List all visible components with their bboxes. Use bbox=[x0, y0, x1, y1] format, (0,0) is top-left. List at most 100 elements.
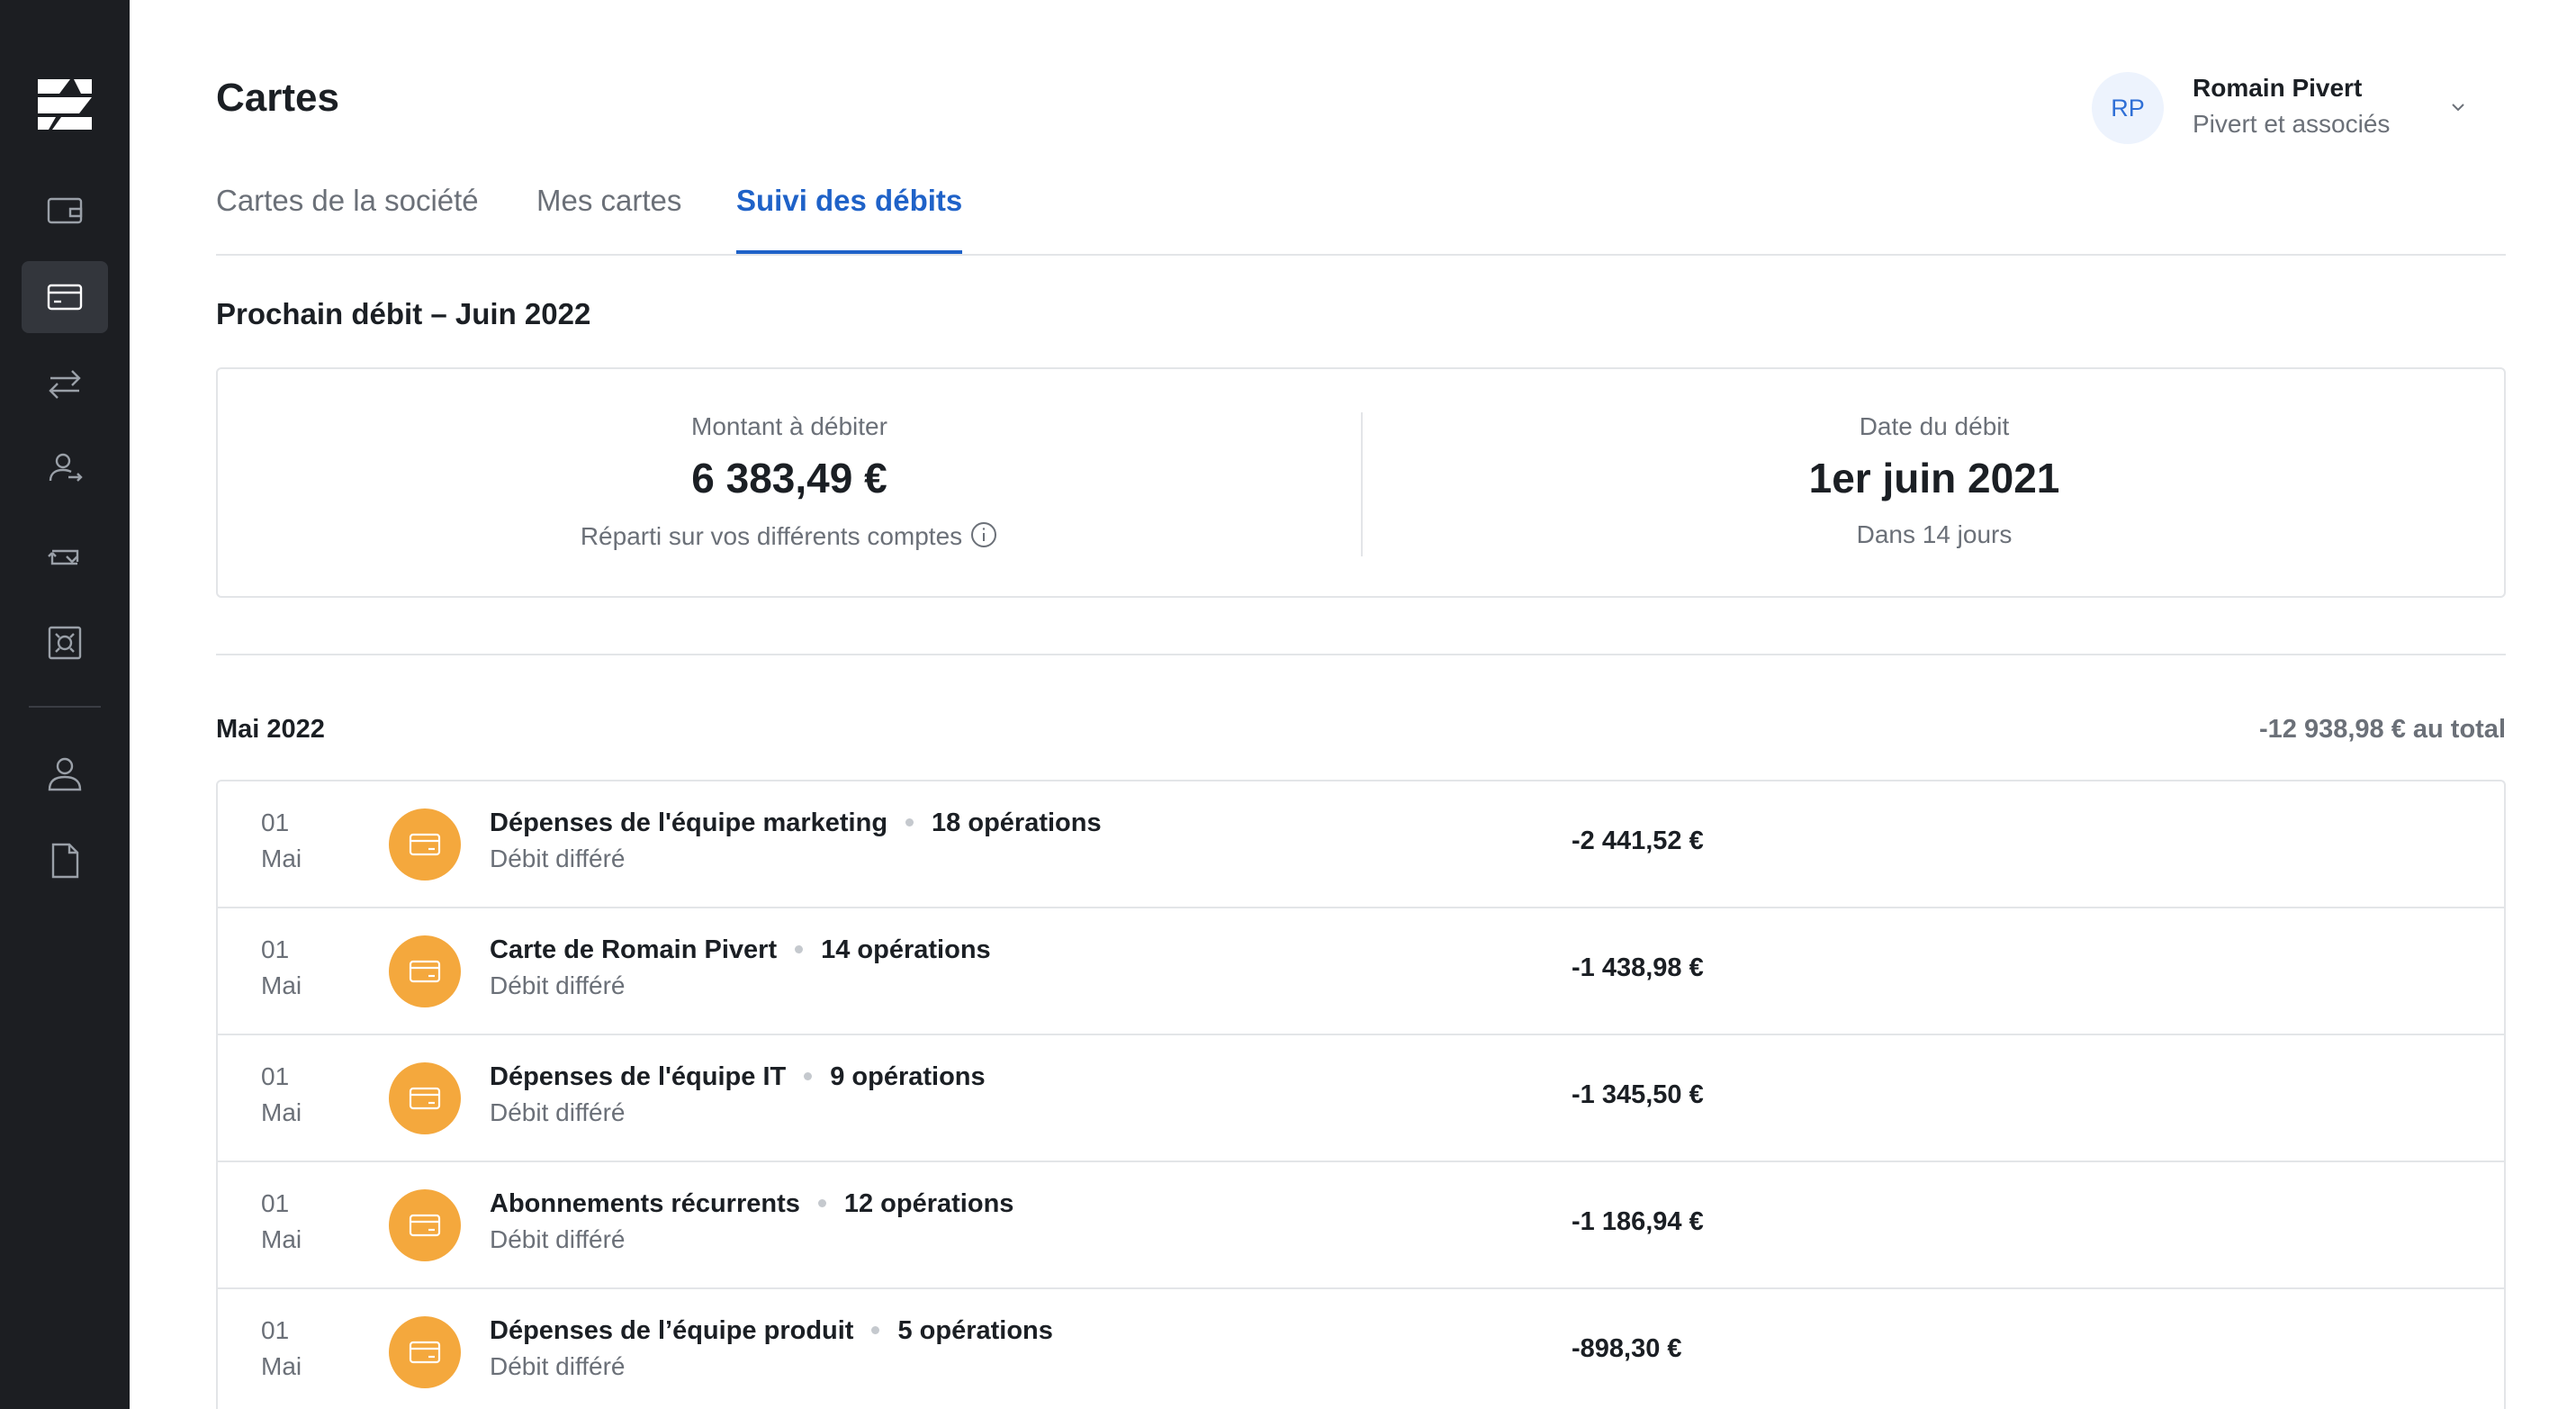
table-row[interactable]: 01 Mai Dépenses de l'équipe IT 9 opératio… bbox=[218, 1035, 2504, 1162]
separator-dot bbox=[817, 1199, 826, 1207]
info-icon[interactable] bbox=[969, 520, 998, 549]
row-type: Débit différé bbox=[490, 1352, 626, 1380]
month-title: Mai 2022 bbox=[216, 715, 325, 744]
row-amount: -1 345,50 € bbox=[1572, 1080, 1704, 1109]
row-count: 9 opérations bbox=[830, 1062, 986, 1091]
avatar[interactable]: RP bbox=[2092, 72, 2164, 144]
user-name: Romain Pivert bbox=[2193, 74, 2363, 102]
card-icon bbox=[47, 284, 83, 311]
debit-list: 01 Mai Dépenses de l'équipe marketing 18 … bbox=[216, 780, 2506, 1409]
row-count: 14 opérations bbox=[821, 935, 991, 964]
sidebar bbox=[0, 0, 130, 1409]
row-type: Débit différé bbox=[490, 844, 626, 872]
row-count: 12 opérations bbox=[843, 1189, 1014, 1218]
nav-cards[interactable] bbox=[22, 261, 108, 333]
table-row[interactable]: 01 Mai Dépenses de l’équipe produit 5 opé… bbox=[218, 1289, 2504, 1409]
card-badge bbox=[389, 1189, 461, 1261]
sidebar-divider bbox=[29, 706, 101, 708]
row-title-line: Carte de Romain Pivert 14 opérations bbox=[490, 935, 991, 965]
card-badge bbox=[389, 808, 461, 881]
date-value: 1er juin 2021 bbox=[1808, 455, 2060, 501]
row-title-line: Dépenses de l'équipe IT 9 opérations bbox=[490, 1062, 986, 1092]
section-divider bbox=[216, 654, 2506, 655]
row-title-line: Dépenses de l'équipe marketing 18 opérati… bbox=[490, 808, 1102, 838]
safe-icon bbox=[48, 626, 82, 660]
separator-dot bbox=[804, 1072, 813, 1080]
card-icon bbox=[409, 960, 441, 983]
row-title: Carte de Romain Pivert bbox=[490, 935, 778, 964]
nav-exchange[interactable] bbox=[22, 520, 108, 592]
tab-company-cards[interactable]: Cartes de la société bbox=[216, 184, 479, 254]
logo-icon[interactable] bbox=[34, 74, 95, 135]
row-title: Dépenses de l'équipe marketing bbox=[490, 808, 888, 837]
date-note: Dans 14 jours bbox=[1856, 520, 2013, 548]
card-badge bbox=[389, 1062, 461, 1134]
row-title: Dépenses de l’équipe produit bbox=[490, 1316, 854, 1345]
row-type: Débit différé bbox=[490, 971, 626, 999]
card-icon bbox=[409, 1214, 441, 1237]
amount-summary: Montant à débiter 6 383,49 € Réparti sur… bbox=[218, 369, 1361, 596]
row-day: 01 bbox=[261, 808, 290, 836]
nav-profile[interactable] bbox=[22, 738, 108, 810]
amount-value: 6 383,49 € bbox=[691, 455, 887, 501]
row-amount: -1 438,98 € bbox=[1572, 953, 1704, 982]
card-badge bbox=[389, 1316, 461, 1388]
user-company: Pivert et associés bbox=[2193, 110, 2391, 138]
row-month: Mai bbox=[261, 1225, 302, 1253]
separator-dot bbox=[871, 1326, 880, 1334]
row-amount: -898,30 € bbox=[1572, 1334, 1682, 1363]
card-icon bbox=[409, 833, 441, 856]
exchange-icon bbox=[48, 549, 79, 565]
row-month: Mai bbox=[261, 844, 302, 872]
row-month: Mai bbox=[261, 971, 302, 999]
table-row[interactable]: 01 Mai Abonnements récurrents 12 opératio… bbox=[218, 1162, 2504, 1289]
next-debit-title: Prochain débit – Juin 2022 bbox=[216, 297, 591, 330]
separator-dot bbox=[795, 945, 804, 953]
card-badge bbox=[389, 935, 461, 1007]
row-day: 01 bbox=[261, 935, 290, 963]
row-amount: -1 186,94 € bbox=[1572, 1207, 1704, 1236]
tab-debit-tracking[interactable]: Suivi des débits bbox=[736, 184, 963, 254]
user-menu[interactable]: RP Romain Pivert Pivert et associés bbox=[2092, 70, 2506, 148]
beneficiaries-icon bbox=[49, 453, 83, 482]
table-row[interactable]: 01 Mai Dépenses de l'équipe marketing 18 … bbox=[218, 781, 2504, 908]
row-count: 18 opérations bbox=[932, 808, 1102, 837]
row-amount: -2 441,52 € bbox=[1572, 826, 1704, 855]
nav-accounts[interactable] bbox=[22, 175, 108, 247]
wallet-icon bbox=[47, 197, 83, 224]
row-day: 01 bbox=[261, 1062, 290, 1090]
nav-documents[interactable] bbox=[22, 825, 108, 897]
row-title-line: Dépenses de l’équipe produit 5 opérations bbox=[490, 1316, 1053, 1346]
row-month: Mai bbox=[261, 1352, 302, 1380]
row-type: Débit différé bbox=[490, 1225, 626, 1253]
chevron-down-icon[interactable] bbox=[2446, 95, 2470, 119]
row-type: Débit différé bbox=[490, 1098, 626, 1126]
nav-beneficiaries[interactable] bbox=[22, 434, 108, 506]
row-title: Dépenses de l'équipe IT bbox=[490, 1062, 787, 1091]
row-count: 5 opérations bbox=[897, 1316, 1053, 1345]
tab-my-cards[interactable]: Mes cartes bbox=[536, 184, 681, 254]
month-total: -12 938,98 € au total bbox=[2258, 715, 2506, 744]
main-content: Cartes RP Romain Pivert Pivert et associ… bbox=[216, 0, 2506, 1409]
page-title: Cartes bbox=[216, 76, 339, 120]
transfer-icon bbox=[49, 370, 81, 399]
next-debit-summary: Montant à débiter 6 383,49 € Réparti sur… bbox=[216, 367, 2506, 598]
table-row[interactable]: 01 Mai Carte de Romain Pivert 14 opératio… bbox=[218, 908, 2504, 1035]
amount-label: Montant à débiter bbox=[691, 412, 887, 440]
row-month: Mai bbox=[261, 1098, 302, 1126]
nav-safe[interactable] bbox=[22, 607, 108, 679]
tab-bar: Cartes de la société Mes cartes Suivi de… bbox=[216, 180, 2506, 256]
card-icon bbox=[409, 1341, 441, 1364]
amount-note: Réparti sur vos différents comptes bbox=[580, 522, 963, 550]
row-day: 01 bbox=[261, 1316, 290, 1344]
row-title: Abonnements récurrents bbox=[490, 1189, 800, 1218]
date-summary: Date du débit 1er juin 2021 Dans 14 jour… bbox=[1363, 369, 2506, 596]
separator-dot bbox=[905, 818, 914, 826]
row-day: 01 bbox=[261, 1189, 290, 1217]
card-icon bbox=[409, 1087, 441, 1110]
amount-note-wrap: Réparti sur vos différents comptes bbox=[218, 520, 1361, 551]
nav-transfers[interactable] bbox=[22, 348, 108, 420]
date-label: Date du débit bbox=[1859, 412, 2010, 440]
row-title-line: Abonnements récurrents 12 opérations bbox=[490, 1189, 1013, 1219]
document-icon bbox=[51, 843, 79, 879]
